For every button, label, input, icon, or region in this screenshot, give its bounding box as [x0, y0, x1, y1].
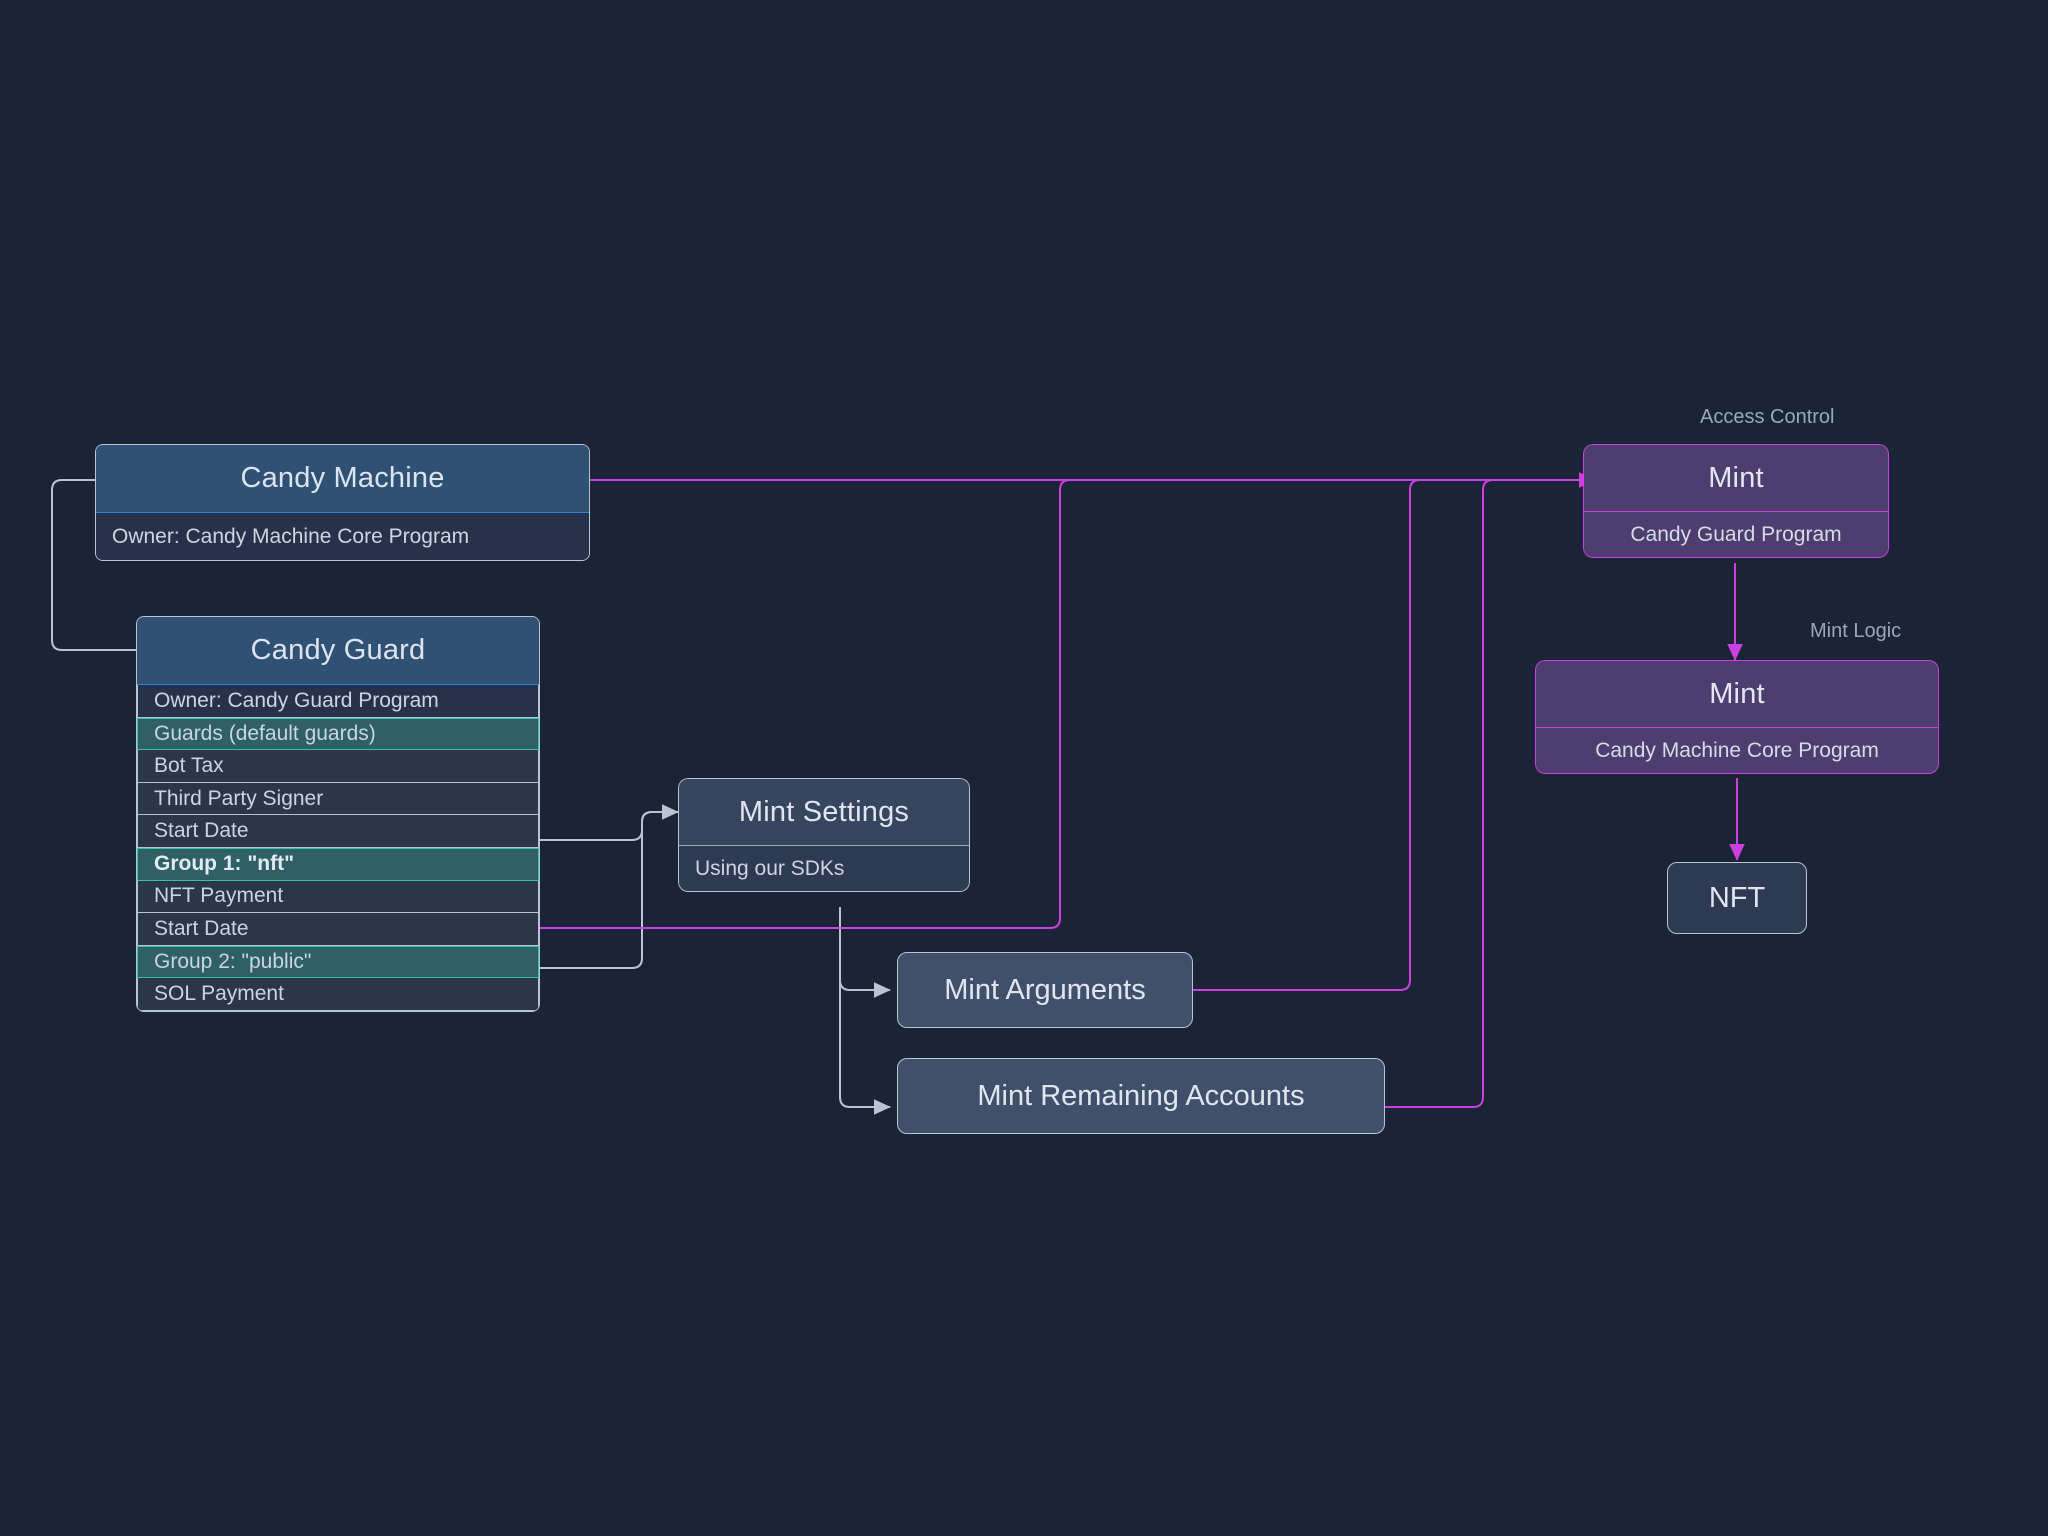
mint-settings-title: Mint Settings — [678, 778, 970, 846]
edge-label-mint-logic: Mint Logic — [1810, 620, 1902, 642]
candy-guard-row[interactable]: Guards (default guards) — [137, 717, 539, 751]
candy-guard-row[interactable]: Start Date — [137, 913, 539, 946]
mint-access-control-subtitle: Candy Guard Program — [1583, 512, 1889, 558]
candy-guard-row-label: Bot Tax — [154, 753, 224, 777]
mint-remaining-accounts-title: Mint Remaining Accounts — [977, 1079, 1305, 1112]
candy-guard-row[interactable]: SOL Payment — [137, 978, 539, 1011]
edge-mint-settings-to-mint-remaining-accounts — [839, 907, 891, 1115]
edge-mint-remaining-accounts-to-trunk — [1385, 479, 1560, 1108]
mint-logic-subtitle: Candy Machine Core Program — [1535, 728, 1939, 774]
node-nft[interactable]: NFT — [1667, 862, 1807, 934]
edge-third-party-signer-to-mint-settings — [540, 804, 679, 841]
candy-guard-row[interactable]: Bot Tax — [137, 750, 539, 783]
candy-guard-row-label: Guards (default guards) — [154, 721, 376, 745]
candy-guard-row[interactable]: Start Date — [137, 815, 539, 848]
mint-arguments-title: Mint Arguments — [944, 973, 1146, 1006]
candy-guard-row[interactable]: Third Party Signer — [137, 782, 539, 816]
edge-mint-settings-to-mint-arguments — [839, 907, 891, 998]
candy-guard-row-label: Group 2: "public" — [154, 950, 312, 974]
node-candy-guard[interactable]: Candy Guard Owner: Candy Guard Program Gu… — [136, 616, 540, 1012]
edge-mint-arguments-to-trunk — [1193, 479, 1500, 991]
mint-access-control-title: Mint — [1583, 444, 1889, 512]
candy-guard-row-label: SOL Payment — [154, 982, 284, 1006]
candy-guard-row-label: Start Date — [154, 916, 249, 940]
candy-machine-title: Candy Machine — [96, 445, 589, 513]
node-mint-settings[interactable]: Mint Settings Using our SDKs — [678, 778, 970, 892]
mint-settings-subtitle: Using our SDKs — [678, 846, 970, 892]
candy-guard-row-label: NFT Payment — [154, 884, 284, 908]
mint-logic-title: Mint — [1535, 660, 1939, 728]
node-mint-logic[interactable]: Mint Candy Machine Core Program — [1535, 660, 1939, 774]
node-mint-remaining-accounts[interactable]: Mint Remaining Accounts — [897, 1058, 1385, 1134]
candy-guard-row[interactable]: Group 2: "public" — [137, 945, 539, 979]
candy-guard-row-label: Start Date — [154, 819, 249, 843]
candy-guard-row-label: Owner: Candy Guard Program — [154, 688, 439, 712]
candy-guard-row[interactable]: NFT Payment — [137, 880, 539, 914]
candy-guard-row[interactable]: Owner: Candy Guard Program — [137, 685, 539, 718]
candy-guard-row-label: Third Party Signer — [154, 786, 324, 810]
node-mint-arguments[interactable]: Mint Arguments — [897, 952, 1193, 1028]
candy-guard-row-label: Group 1: "nft" — [154, 852, 295, 876]
candy-guard-title: Candy Guard — [137, 617, 539, 685]
candy-guard-row[interactable]: Group 1: "nft" — [137, 847, 539, 881]
candy-guard-row-list: Owner: Candy Guard Program Guards (defaul… — [137, 685, 539, 1011]
candy-machine-subtitle: Owner: Candy Machine Core Program — [96, 513, 589, 560]
edge-label-access-control: Access Control — [1700, 406, 1835, 428]
node-mint-access-control[interactable]: Mint Candy Guard Program — [1583, 444, 1889, 558]
diagram-canvas: Candy Machine Owner: Candy Machine Core … — [0, 0, 2048, 1536]
node-candy-machine[interactable]: Candy Machine Owner: Candy Machine Core … — [95, 444, 590, 561]
nft-title: NFT — [1708, 881, 1766, 914]
edge-nft-payment-to-mint-settings — [540, 811, 678, 969]
